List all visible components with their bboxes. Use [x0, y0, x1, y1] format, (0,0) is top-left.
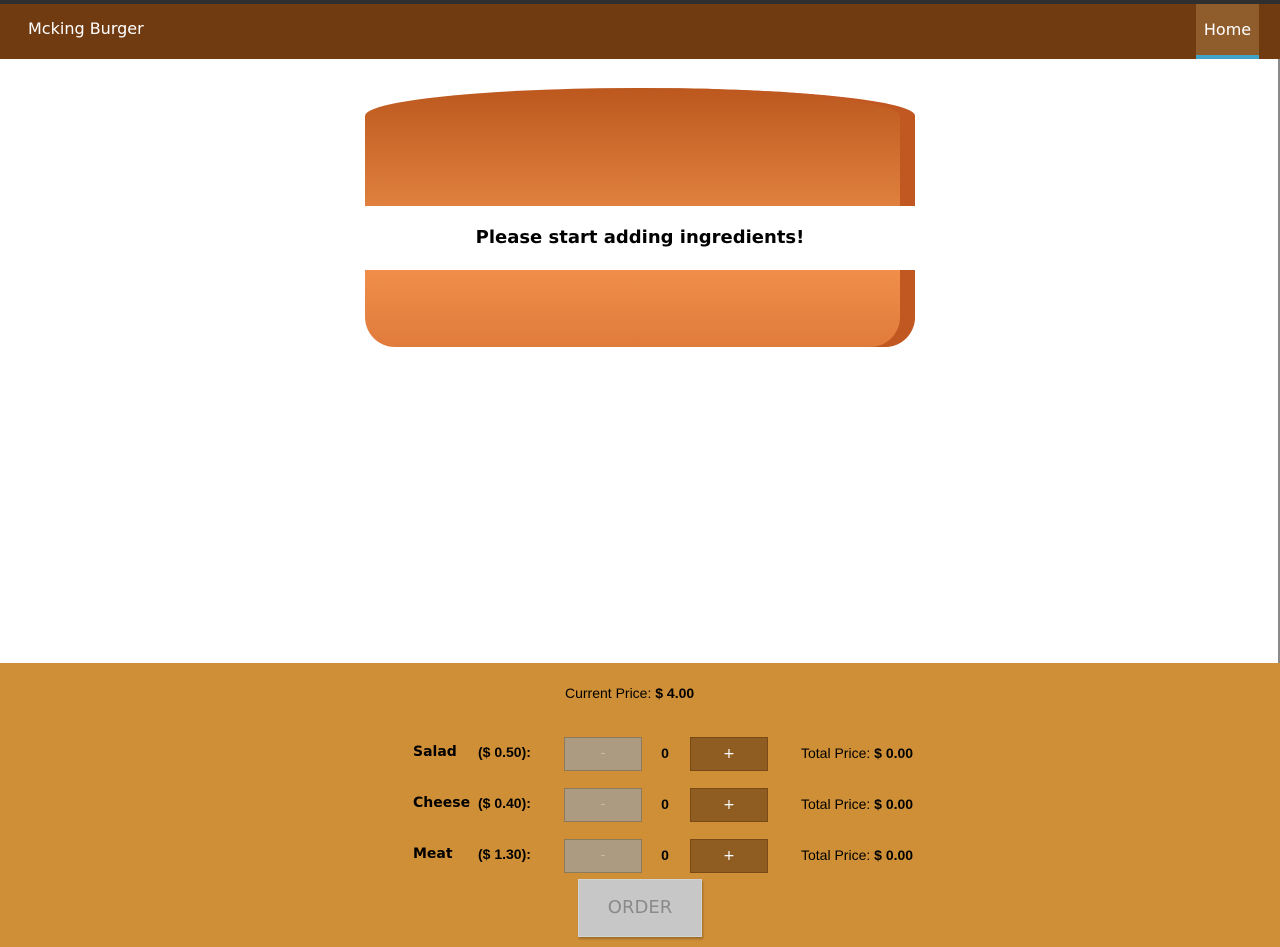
- order-button[interactable]: ORDER: [578, 879, 702, 937]
- ingredient-row-salad: Salad ($ 0.50): - 0 + Total Price: $ 0.0…: [0, 737, 1280, 771]
- current-price-label: Current Price:: [565, 685, 652, 701]
- bread-top: [365, 88, 915, 206]
- brand-title: Mcking Burger: [28, 19, 144, 38]
- total-price-value: $ 0.00: [874, 745, 914, 761]
- cheese-quantity: 0: [661, 796, 669, 812]
- build-controls: Current Price: $ 4.00 Salad ($ 0.50): - …: [0, 663, 1280, 947]
- salad-total-price: Total Price: $ 0.00: [801, 737, 913, 771]
- ingredient-row-meat: Meat ($ 1.30): - 0 + Total Price: $ 0.00: [0, 839, 1280, 873]
- ingredient-name: Meat: [413, 846, 453, 862]
- ingredient-unit-price: ($ 0.40):: [478, 795, 531, 811]
- ingredient-row-cheese: Cheese ($ 0.40): - 0 + Total Price: $ 0.…: [0, 788, 1280, 822]
- salad-less-button[interactable]: -: [564, 737, 642, 771]
- cheese-less-button[interactable]: -: [564, 788, 642, 822]
- total-price-value: $ 0.00: [874, 796, 914, 812]
- toolbar: Mcking Burger Home: [0, 4, 1280, 59]
- total-price-label: Total Price:: [801, 847, 871, 863]
- ingredient-unit-price: ($ 1.30):: [478, 846, 531, 862]
- total-price-label: Total Price:: [801, 745, 871, 761]
- salad-quantity: 0: [661, 745, 669, 761]
- ingredient-name: Cheese: [413, 795, 471, 811]
- cheese-total-price: Total Price: $ 0.00: [801, 788, 913, 822]
- meat-quantity: 0: [661, 847, 669, 863]
- total-price-label: Total Price:: [801, 796, 871, 812]
- salad-more-button[interactable]: +: [690, 737, 768, 771]
- empty-burger-message: Please start adding ingredients!: [475, 227, 805, 248]
- current-price: Current Price: $ 4.00: [565, 685, 694, 701]
- burger: Please start adding ingredients!: [365, 88, 915, 347]
- ingredient-unit-price: ($ 0.50):: [478, 744, 531, 760]
- current-price-value: $ 4.00: [655, 685, 695, 701]
- bread-bottom: [365, 270, 915, 347]
- ingredient-name: Salad: [413, 744, 457, 760]
- meat-less-button[interactable]: -: [564, 839, 642, 873]
- cheese-more-button[interactable]: +: [690, 788, 768, 822]
- meat-total-price: Total Price: $ 0.00: [801, 839, 913, 873]
- total-price-value: $ 0.00: [874, 847, 914, 863]
- nav-home-link[interactable]: Home: [1196, 4, 1259, 59]
- meat-more-button[interactable]: +: [690, 839, 768, 873]
